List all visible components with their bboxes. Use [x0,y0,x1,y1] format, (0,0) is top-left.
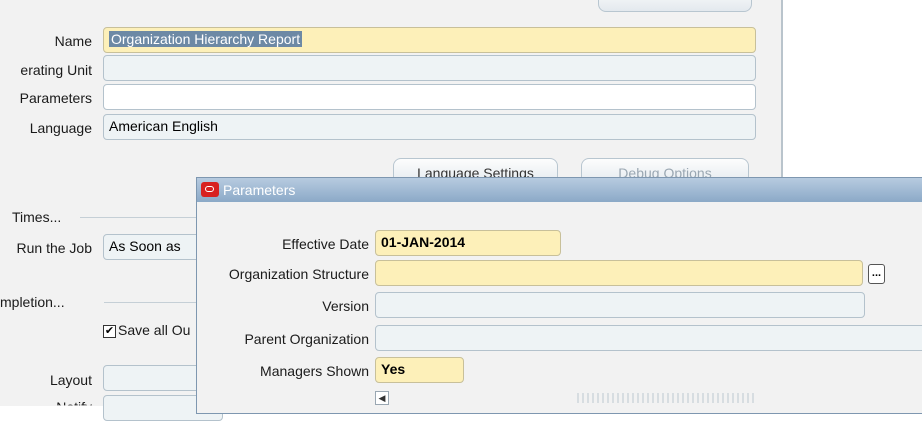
dialog-title: Parameters [223,182,296,198]
effective-date-label: Effective Date [282,236,369,252]
parameters-field[interactable] [103,84,756,110]
managers-shown-field[interactable]: Yes [375,357,464,383]
name-field[interactable]: Organization Hierarchy Report [103,27,756,53]
org-structure-lov-button[interactable]: ... [868,264,885,284]
operating-unit-field[interactable] [103,55,756,81]
managers-shown-label: Managers Shown [260,363,369,379]
scroll-track[interactable] [577,393,757,403]
parent-organization-label: Parent Organization [244,331,369,347]
times-divider [80,217,198,218]
completion-heading: mpletion... [0,294,65,310]
dialog-title-bar[interactable]: Parameters [197,178,922,202]
form-edge [781,0,783,180]
save-all-label: Save all Ou [118,322,191,338]
parameters-dialog: Parameters Effective Date 01-JAN-2014 Or… [196,177,922,414]
save-all-checkbox[interactable]: ✔ [103,325,116,338]
version-label: Version [322,298,369,314]
top-partial-button[interactable] [598,0,752,12]
effective-date-field[interactable]: 01-JAN-2014 [375,230,561,256]
run-job-label: Run the Job [16,240,93,256]
language-label: Language [29,120,92,136]
org-structure-label: Organization Structure [228,266,369,282]
name-value: Organization Hierarchy Report [109,31,303,47]
operating-unit-label: erating Unit [20,62,92,78]
language-field[interactable]: American English [103,114,756,140]
name-label: Name [54,33,92,49]
completion-divider [104,302,198,303]
org-structure-field[interactable] [375,260,863,286]
parameters-label: Parameters [19,90,92,106]
scroll-left-arrow[interactable]: ◀ [375,391,389,405]
parent-organization-field[interactable] [375,325,922,351]
layout-label: Layout [49,372,92,388]
times-heading: Times... [12,209,62,225]
oracle-logo-icon [201,182,219,197]
notify-label: Notify [56,399,92,415]
version-field[interactable] [375,292,865,318]
